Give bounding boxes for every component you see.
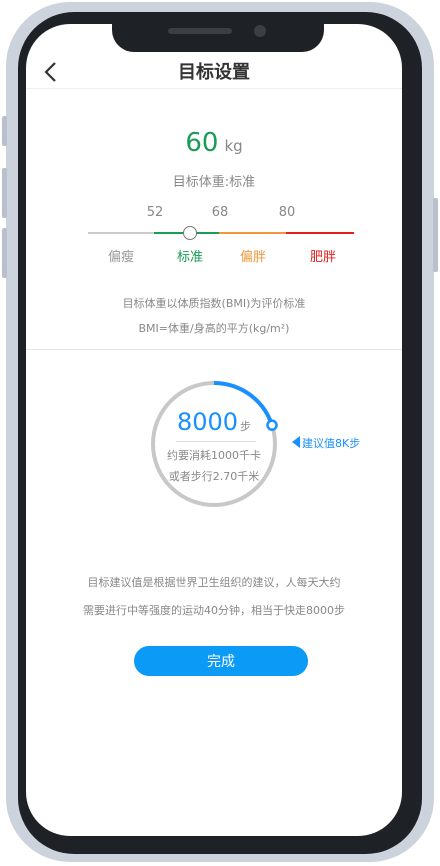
side-button: [2, 228, 7, 278]
done-button[interactable]: 完成: [134, 646, 308, 676]
camera: [254, 25, 266, 37]
suggested-value: 建议值8K步: [302, 437, 361, 450]
bmi-segment-obese: [286, 232, 354, 234]
side-button: [2, 168, 7, 218]
bmi-info-line: 目标体重以体质指数(BMI)为评价标准: [122, 297, 306, 310]
section-divider: [26, 349, 402, 350]
notch: [112, 18, 324, 52]
side-button: [433, 198, 438, 272]
bmi-tick: 52: [146, 205, 164, 220]
bmi-segment-overweight: [219, 232, 286, 234]
step-value: 8000: [176, 408, 239, 436]
step-goal: 8000 步: [26, 408, 402, 436]
step-unit: 步: [240, 420, 252, 433]
note-line: 目标建议值是根据世界卫生组织的建议，人每天大约: [87, 576, 341, 589]
steps-ring: [151, 381, 278, 507]
bmi-segment-underweight: [88, 232, 154, 234]
weight-label: 目标体重:标准: [172, 175, 256, 190]
speaker: [168, 28, 232, 34]
bmi-category: 偏瘦: [107, 250, 134, 265]
weight-value: 60: [185, 128, 219, 158]
side-button: [2, 116, 7, 146]
page-title: 目标设置: [178, 62, 250, 83]
app-screen: 目标设置 60 kg 目标体重:标准 52 68 80 偏瘦 标准 偏胖 肥胖 目…: [26, 24, 402, 836]
bmi-tick: 68: [211, 205, 229, 220]
bmi-category: 标准: [176, 250, 203, 265]
weight-slider-handle[interactable]: [183, 226, 197, 240]
weight-unit: kg: [224, 137, 243, 155]
target-weight: 60 kg: [26, 128, 402, 158]
suggestion-pointer-icon: [292, 436, 300, 448]
bmi-tick: 80: [278, 205, 296, 220]
bmi-category: 肥胖: [309, 250, 336, 265]
distance-text: 或者步行2.70千米: [168, 470, 260, 483]
bmi-category: 偏胖: [239, 250, 266, 265]
bmi-formula: BMI=体重/身高的平方(kg/m²): [138, 322, 290, 335]
ring-divider: [176, 441, 256, 442]
note-line: 需要进行中等强度的运动40分钟，相当于快走8000步: [83, 604, 345, 617]
